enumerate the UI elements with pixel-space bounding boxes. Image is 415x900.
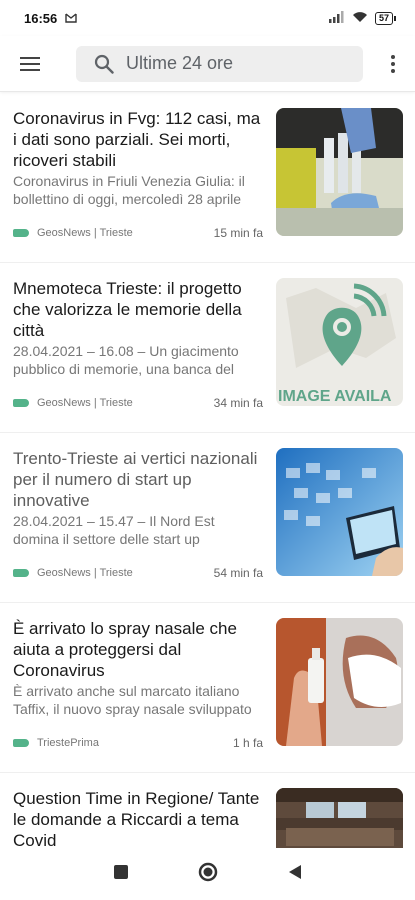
more-options-button[interactable] [381, 50, 405, 78]
article-thumbnail[interactable] [276, 788, 403, 848]
article-title[interactable]: Coronavirus in Fvg: 112 casi, ma i dati … [13, 108, 265, 171]
notification-icon [65, 11, 77, 26]
news-card[interactable]: Trento-Trieste ai vertici nazionali per … [0, 433, 415, 603]
article-thumbnail[interactable]: IMAGE AVAILA [276, 278, 403, 406]
search-bar[interactable]: Ultime 24 ore [76, 45, 363, 82]
back-button[interactable] [288, 864, 302, 885]
article-meta: GeosNews | Trieste 15 min fa [13, 226, 263, 240]
source-tag-icon [13, 739, 29, 747]
article-thumbnail[interactable] [276, 448, 403, 576]
app-bar: Ultime 24 ore [0, 36, 415, 92]
news-feed[interactable]: Coronavirus in Fvg: 112 casi, ma i dati … [0, 93, 415, 848]
article-meta: GeosNews | Trieste 54 min fa [13, 566, 263, 580]
status-bar: 16:56 57 [0, 0, 415, 36]
article-title[interactable]: È arrivato lo spray nasale che aiuta a p… [13, 618, 265, 681]
article-snippet: È arrivato anche sul marcato italiano Ta… [13, 683, 252, 717]
circle-icon [198, 862, 217, 881]
hamburger-icon [20, 56, 40, 71]
article-title[interactable]: Question Time in Regione/ Tante le doman… [13, 788, 265, 848]
status-time: 16:56 [24, 10, 58, 26]
search-query: Ultime 24 ore [126, 53, 234, 73]
article-source[interactable]: GeosNews | Trieste [37, 397, 133, 409]
article-snippet: 28.04.2021 – 15.47 – Il Nord Est domina … [13, 513, 215, 547]
news-card[interactable]: Question Time in Regione/ Tante le doman… [0, 773, 415, 848]
more-vert-icon [391, 54, 395, 73]
article-title[interactable]: Mnemoteca Trieste: il progetto che valor… [13, 278, 265, 341]
recents-button[interactable] [113, 864, 128, 884]
signal-icon [328, 10, 345, 26]
source-tag-icon [13, 399, 29, 407]
article-time: 34 min fa [213, 396, 263, 410]
back-triangle-icon [288, 864, 301, 879]
article-title[interactable]: Trento-Trieste ai vertici nazionali per … [13, 448, 265, 511]
news-card[interactable]: È arrivato lo spray nasale che aiuta a p… [0, 603, 415, 773]
article-time: 15 min fa [213, 226, 263, 240]
system-nav-bar [0, 848, 415, 900]
news-card[interactable]: Coronavirus in Fvg: 112 casi, ma i dati … [0, 93, 415, 263]
article-meta: TriestePrima 1 h fa [13, 736, 263, 750]
article-thumbnail[interactable] [276, 618, 403, 746]
wifi-icon [352, 11, 368, 26]
square-icon [113, 864, 128, 879]
article-source[interactable]: GeosNews | Trieste [37, 227, 133, 239]
battery-icon: 57 [374, 11, 397, 25]
article-time: 54 min fa [213, 566, 263, 580]
article-source[interactable]: GeosNews | Trieste [37, 567, 133, 579]
news-card[interactable]: Mnemoteca Trieste: il progetto che valor… [0, 263, 415, 433]
home-button[interactable] [198, 862, 218, 887]
source-tag-icon [13, 229, 29, 237]
menu-button[interactable] [16, 50, 44, 78]
article-source[interactable]: TriestePrima [37, 737, 99, 749]
article-thumbnail[interactable] [276, 108, 403, 236]
article-time: 1 h fa [232, 736, 263, 750]
source-tag-icon [13, 569, 29, 577]
article-snippet: 28.04.2021 – 16.08 – Un giacimento pubbl… [13, 343, 239, 377]
image-unavailable-caption: IMAGE AVAILA [278, 388, 392, 405]
article-meta: GeosNews | Trieste 34 min fa [13, 396, 263, 410]
article-snippet: Coronavirus in Friuli Venezia Giulia: il… [13, 173, 245, 207]
search-icon [94, 54, 114, 74]
